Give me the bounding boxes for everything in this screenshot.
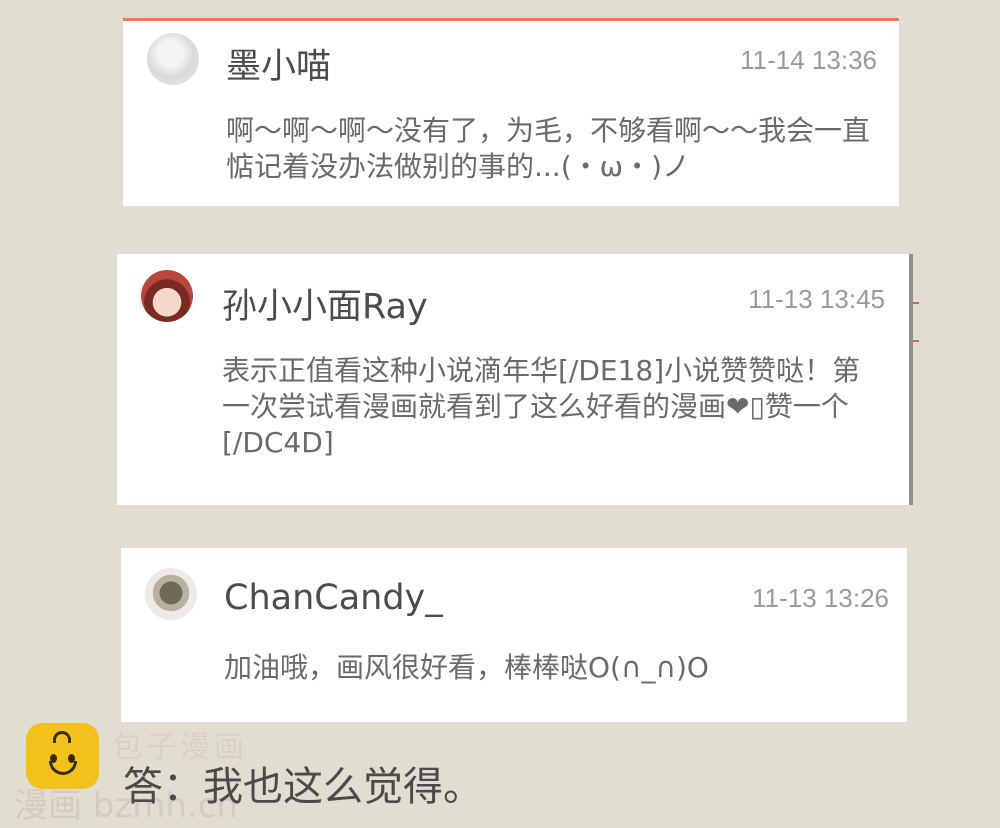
comment-text: 加油哦，画风很好看，棒棒哒O(∩_∩)O bbox=[224, 651, 709, 684]
comment-card-1: 墨小喵 11-14 13:36 啊～啊～啊～没有了，为毛，不够看啊～～我会一直惦… bbox=[123, 18, 899, 206]
comment-card-3: ChanCandy_ 11-13 13:26 加油哦，画风很好看，棒棒哒O(∩_… bbox=[121, 548, 907, 722]
comment-author[interactable]: 墨小喵 bbox=[226, 38, 331, 89]
comment-time: 11-13 13:26 bbox=[752, 583, 889, 613]
edge-mark bbox=[913, 302, 919, 304]
comment-author[interactable]: 孙小小面Ray bbox=[222, 278, 428, 329]
comment-text: 表示正值看这种小说滴年华[/DE18]小说赞赞哒！第一次尝试看漫画就看到了这么好… bbox=[222, 354, 861, 459]
comment-author[interactable]: ChanCandy_ bbox=[224, 578, 443, 618]
caption-text: 答：我也这么觉得。 bbox=[123, 764, 483, 810]
comment-time: 11-14 13:36 bbox=[740, 45, 877, 75]
avatar[interactable] bbox=[147, 33, 199, 85]
comment-card-2: 孙小小面Ray 11-13 13:45 表示正值看这种小说滴年华[/DE18]小… bbox=[117, 254, 919, 505]
comment-text: 啊～啊～啊～没有了，为毛，不够看啊～～我会一直惦记着没办法做别的事的...(・ω… bbox=[226, 114, 871, 183]
comment-time: 11-13 13:45 bbox=[748, 284, 885, 314]
edge-mark bbox=[913, 340, 919, 342]
avatar[interactable] bbox=[145, 568, 197, 620]
avatar[interactable] bbox=[141, 270, 193, 322]
